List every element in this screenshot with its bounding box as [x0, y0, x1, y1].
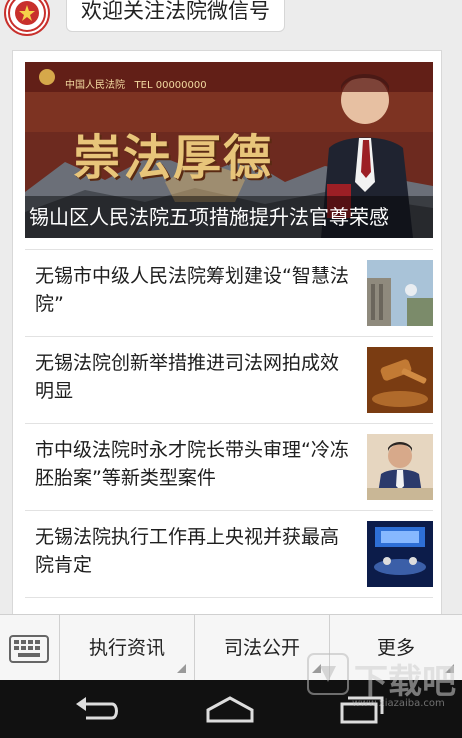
news-title: 无锡法院执行工作再上央视并获最高院肯定	[35, 526, 340, 576]
news-item[interactable]: 无锡市中级人民法院筹划建设“智慧法院”	[25, 249, 433, 335]
banner-caption: 锡山区人民法院五项措施提升法官尊荣感	[25, 196, 433, 238]
keyboard-icon	[9, 635, 49, 663]
back-icon[interactable]	[72, 694, 122, 724]
keyboard-toggle-button[interactable]	[0, 615, 60, 681]
watermark-logo: 下载吧 www.xiazaiba.com	[306, 648, 456, 718]
article-card: 中国人民法院 TEL 00000000 崇法厚德 锡山区人民法院五项措施提升法官…	[12, 50, 442, 620]
court-emblem-icon	[8, 0, 46, 32]
home-icon[interactable]	[204, 694, 256, 724]
banner-article[interactable]: 中国人民法院 TEL 00000000 崇法厚德 锡山区人民法院五项措施提升法官…	[25, 62, 433, 238]
menu-execution-info[interactable]: 执行资讯	[60, 615, 195, 681]
banner-tel-text: 中国人民法院 TEL 00000000	[65, 76, 207, 91]
submenu-indicator-icon	[177, 664, 186, 673]
welcome-text: 欢迎关注法院微信号	[81, 0, 270, 23]
news-title: 市中级法院时永才院长带头审理“冷冻胚胎案”等新类型案件	[35, 439, 349, 489]
news-item[interactable]: 无锡法院执行工作再上央视并获最高院肯定	[25, 510, 433, 596]
chat-header: 欢迎关注法院微信号	[0, 0, 462, 40]
news-thumbnail-building	[367, 260, 433, 326]
welcome-bubble: 欢迎关注法院微信号	[66, 0, 285, 32]
banner-logo-text: 中国人民法院	[65, 80, 125, 91]
watermark-url: www.xiazaiba.com	[352, 698, 445, 709]
watermark-text: 下载吧	[354, 662, 456, 702]
court-avatar[interactable]	[4, 0, 50, 36]
news-thumbnail-gavel	[367, 347, 433, 413]
news-item[interactable]: 无锡法院创新举措推进司法网拍成效明显	[25, 336, 433, 422]
news-title: 无锡市中级人民法院筹划建设“智慧法院”	[35, 265, 349, 315]
banner-tel: TEL 00000000	[134, 80, 207, 91]
banner-calligraphy: 崇法厚德	[73, 130, 274, 186]
menu-label: 司法公开	[223, 637, 300, 659]
news-title: 无锡法院创新举措推进司法网拍成效明显	[35, 352, 340, 402]
menu-label: 执行资讯	[88, 637, 165, 659]
news-thumbnail-tv-studio	[367, 521, 433, 587]
news-item[interactable]: 市中级法院时永才院长带头审理“冷冻胚胎案”等新类型案件	[25, 423, 433, 509]
news-thumbnail-judge	[367, 434, 433, 500]
